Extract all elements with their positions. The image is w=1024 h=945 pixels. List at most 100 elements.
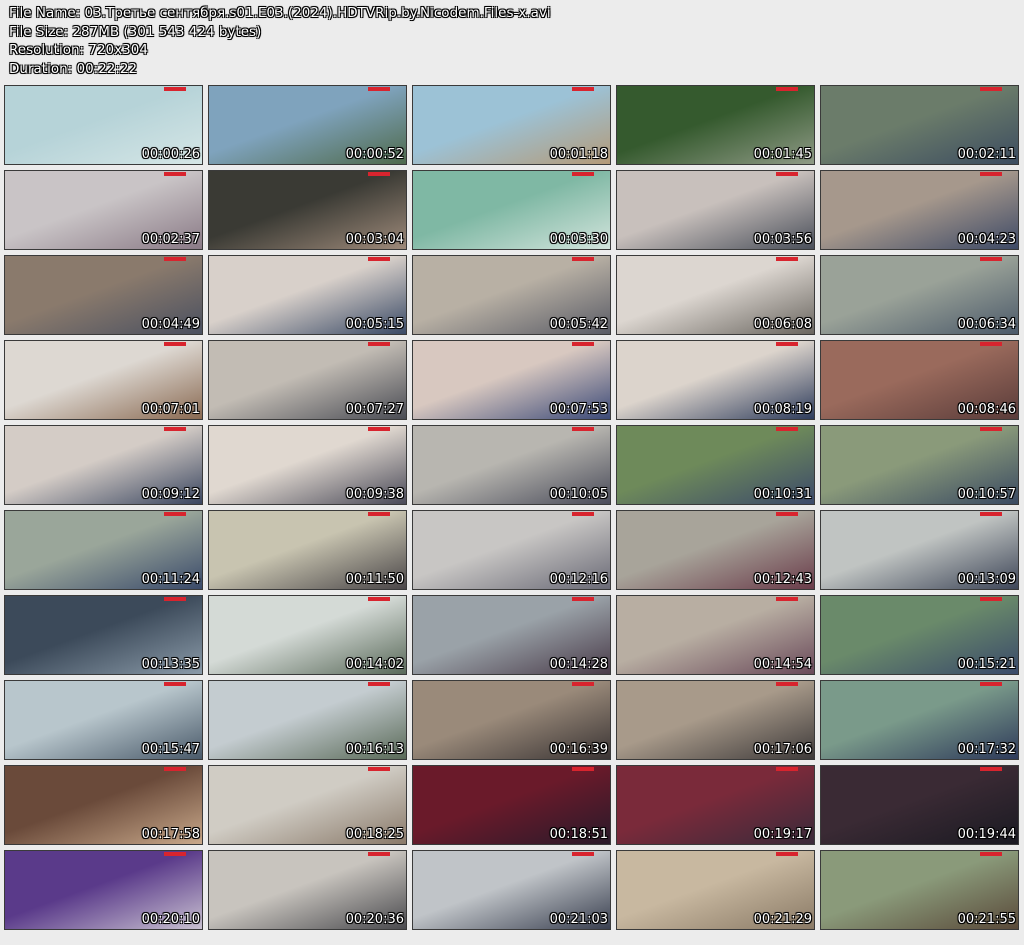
channel-logo xyxy=(368,512,390,516)
channel-logo xyxy=(368,852,390,856)
thumbnail-woman-phone: 00:12:16 xyxy=(412,510,611,590)
thumbnail-timestamp: 00:04:23 xyxy=(957,232,1016,247)
channel-logo xyxy=(164,87,186,91)
thumbnail-timestamp: 00:07:53 xyxy=(549,402,608,417)
thumbnail-timestamp: 00:10:57 xyxy=(957,487,1016,502)
channel-logo xyxy=(776,767,798,771)
channel-logo xyxy=(164,427,186,431)
thumbnail-timestamp: 00:14:54 xyxy=(753,657,812,672)
thumbnail-groom-bride-closeup: 00:09:38 xyxy=(208,425,407,505)
thumbnail-man-by-lake: 00:00:52 xyxy=(208,85,407,165)
thumbnail-women-crying: 00:08:46 xyxy=(820,340,1019,420)
channel-logo xyxy=(776,87,798,91)
duration-line: Duration: 00:22:22 xyxy=(9,60,138,77)
thumbnail-wedding-guests: 00:04:23 xyxy=(820,170,1019,250)
channel-logo xyxy=(368,597,390,601)
channel-logo xyxy=(572,342,594,346)
channel-logo xyxy=(164,767,186,771)
thumbnail-bride-laughing: 00:11:50 xyxy=(208,510,407,590)
thumbnail-beach-men: 00:01:18 xyxy=(412,85,611,165)
channel-logo xyxy=(572,597,594,601)
thumbnail-timestamp: 00:07:27 xyxy=(345,402,404,417)
thumbnail-women-phones: 00:14:54 xyxy=(616,595,815,675)
thumbnail-timestamp: 00:10:31 xyxy=(753,487,812,502)
thumbnail-man-on-sand: 00:21:29 xyxy=(616,850,815,930)
thumbnail-timestamp: 00:14:02 xyxy=(345,657,404,672)
thumbnail-timestamp: 00:02:37 xyxy=(141,232,200,247)
thumbnail-pale-blue-sky: 00:00:26 xyxy=(4,85,203,165)
thumbnail-men-in-uniform: 00:17:32 xyxy=(820,680,1019,760)
thumbnail-man-in-car: 00:13:35 xyxy=(4,595,203,675)
thumbnail-timestamp: 00:12:16 xyxy=(549,572,608,587)
thumbnail-timestamp: 00:12:43 xyxy=(753,572,812,587)
channel-logo xyxy=(164,172,186,176)
channel-logo xyxy=(776,852,798,856)
channel-logo xyxy=(368,767,390,771)
thumbnail-guests-smiling: 00:06:34 xyxy=(820,255,1019,335)
thumbnail-groom-closeup: 00:07:01 xyxy=(4,340,203,420)
thumbnail-banquet-women: 00:17:06 xyxy=(616,680,815,760)
channel-logo xyxy=(572,427,594,431)
thumbnail-truck-on-road: 00:01:45 xyxy=(616,85,815,165)
channel-logo xyxy=(572,257,594,261)
thumbnail-timestamp: 00:16:39 xyxy=(549,742,608,757)
thumbnail-timestamp: 00:02:11 xyxy=(957,147,1016,162)
thumbnail-flower-shop: 00:03:04 xyxy=(208,170,407,250)
resolution-line: Resolution: 720x304 xyxy=(9,42,148,58)
channel-logo xyxy=(776,512,798,516)
thumbnail-wedding-hall: 00:03:56 xyxy=(616,170,815,250)
channel-logo xyxy=(980,257,1002,261)
thumbnail-timestamp: 00:10:05 xyxy=(549,487,608,502)
thumbnail-older-guests: 00:07:27 xyxy=(208,340,407,420)
thumbnail-timestamp: 00:00:52 xyxy=(345,147,404,162)
channel-logo xyxy=(776,682,798,686)
channel-logo xyxy=(776,172,798,176)
thumbnail-blonde-woman: 00:18:25 xyxy=(208,765,407,845)
channel-logo xyxy=(980,512,1002,516)
thumbnail-groom-laughing: 00:11:24 xyxy=(4,510,203,590)
channel-logo xyxy=(776,597,798,601)
thumbnail-bridge-chapel: 00:16:13 xyxy=(208,680,407,760)
thumbnail-photographer-lens: 00:10:31 xyxy=(616,425,815,505)
thumbnail-timestamp: 00:03:56 xyxy=(753,232,812,247)
channel-logo xyxy=(980,427,1002,431)
thumbnail-timestamp: 00:21:55 xyxy=(957,912,1016,927)
thumbnail-dance-floor-red: 00:18:51 xyxy=(412,765,611,845)
file-name-line: File Name: 03.Третье сентября.s01.E03.(2… xyxy=(9,5,551,21)
channel-logo xyxy=(368,342,390,346)
file-info-header: File Name: 03.Третье сентября.s01.E03.(2… xyxy=(9,4,551,78)
thumbnail-timestamp: 00:09:38 xyxy=(345,487,404,502)
channel-logo xyxy=(368,172,390,176)
channel-logo xyxy=(368,257,390,261)
thumbnail-dancers-dark: 00:19:44 xyxy=(820,765,1019,845)
thumbnail-dancers-red: 00:19:17 xyxy=(616,765,815,845)
thumbnail-man-singing: 00:20:10 xyxy=(4,850,203,930)
channel-logo xyxy=(164,852,186,856)
thumbnail-two-men-talking: 00:20:36 xyxy=(208,850,407,930)
thumbnail-timestamp: 00:08:19 xyxy=(753,402,812,417)
channel-logo xyxy=(776,342,798,346)
thumbnail-women-indoors: 00:02:37 xyxy=(4,170,203,250)
thumbnail-timestamp: 00:04:49 xyxy=(141,317,200,332)
thumbnail-timestamp: 00:03:30 xyxy=(549,232,608,247)
channel-logo xyxy=(776,257,798,261)
thumbnail-men-in-woods: 00:21:55 xyxy=(820,850,1019,930)
thumbnail-bride-riverside: 00:15:21 xyxy=(820,595,1019,675)
channel-logo xyxy=(572,767,594,771)
channel-logo xyxy=(368,682,390,686)
thumbnail-timestamp: 00:05:15 xyxy=(345,317,404,332)
thumbnail-timestamp: 00:17:32 xyxy=(957,742,1016,757)
thumbnail-timestamp: 00:19:44 xyxy=(957,827,1016,842)
thumbnail-crowd-with-sash: 00:14:28 xyxy=(412,595,611,675)
channel-logo xyxy=(164,597,186,601)
channel-logo xyxy=(572,852,594,856)
thumbnail-timestamp: 00:09:12 xyxy=(141,487,200,502)
channel-logo xyxy=(980,172,1002,176)
thumbnail-groom-bride-talk: 00:09:12 xyxy=(4,425,203,505)
thumbnail-wedding-bridge: 00:14:02 xyxy=(208,595,407,675)
channel-logo xyxy=(164,682,186,686)
channel-logo xyxy=(572,512,594,516)
channel-logo xyxy=(776,427,798,431)
channel-logo xyxy=(368,427,390,431)
thumbnail-timestamp: 00:18:25 xyxy=(345,827,404,842)
